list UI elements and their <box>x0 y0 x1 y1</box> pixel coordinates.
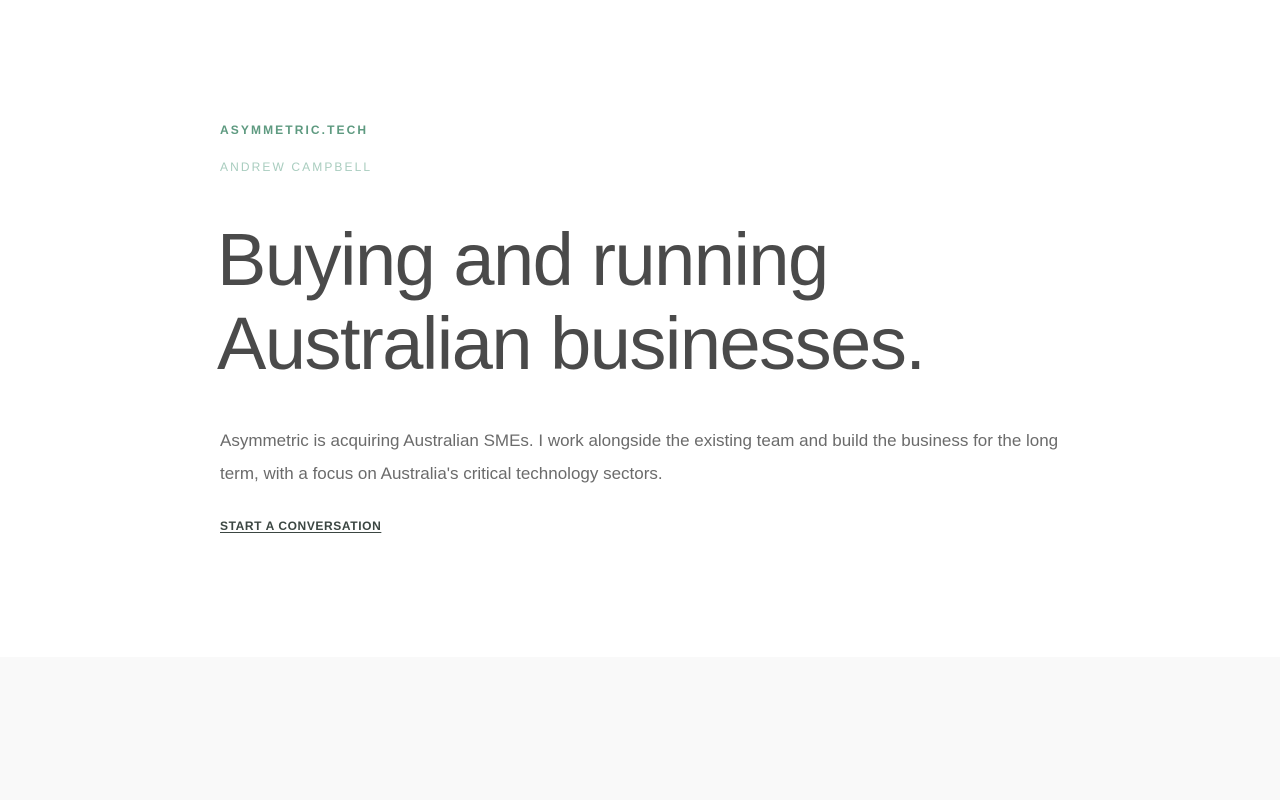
hero-description: Asymmetric is acquiring Australian SMEs.… <box>220 431 1059 483</box>
footer-section <box>0 657 1280 800</box>
author-name: ANDREW CAMPBELL <box>220 160 373 174</box>
start-conversation-link[interactable]: START A CONVERSATION <box>220 519 381 533</box>
page: ASYMMETRIC.TECH ANDREW CAMPBELL Buying a… <box>0 0 1280 800</box>
brand-link[interactable]: ASYMMETRIC.TECH <box>220 123 368 137</box>
hero-headline: Buying and running Australian businesses… <box>217 218 1077 386</box>
hero-section: ASYMMETRIC.TECH ANDREW CAMPBELL Buying a… <box>0 0 1280 657</box>
headline-line-1: Buying and running <box>217 218 829 301</box>
headline-line-2: Australian businesses. <box>217 302 926 385</box>
